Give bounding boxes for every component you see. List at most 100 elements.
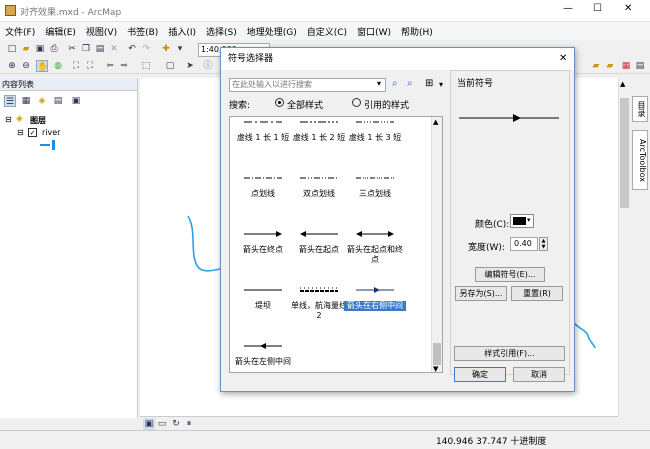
refresh-icon[interactable]: ↻ (170, 418, 182, 430)
menu-customize[interactable]: 自定义(C) (302, 22, 352, 38)
menu-windows[interactable]: 窗口(W) (352, 22, 396, 38)
layer-icon-a[interactable]: ▰ (590, 60, 602, 72)
symbol-search-input[interactable]: 在此处输入以进行搜索 (229, 78, 386, 92)
select-elements-icon[interactable]: ➤ (184, 60, 196, 72)
menu-insert[interactable]: 插入(I) (163, 22, 201, 38)
view-options-icon[interactable]: ⊞ (425, 78, 433, 89)
redo-icon[interactable]: ↷ (140, 43, 152, 55)
search-icon[interactable]: ⌕ (392, 78, 404, 91)
symbol-cell[interactable]: 箭头在左侧中间 (232, 335, 294, 387)
symbol-label: 虚线 1 长 2 短 (292, 133, 346, 142)
symbol-cell[interactable]: 箭头在起点 (288, 223, 350, 275)
dropdown-icon[interactable]: ▾ (174, 43, 186, 55)
menu-geoprocessing[interactable]: 地理处理(G) (242, 22, 302, 38)
list-by-selection-icon[interactable]: ▤ (52, 95, 64, 107)
symbol-cell[interactable]: 箭头在右侧中间 (344, 279, 406, 331)
view-dropdown-icon[interactable]: ▾ (439, 80, 443, 89)
menu-file[interactable]: 文件(F) (0, 22, 40, 38)
radio-all-styles-label[interactable]: 全部样式 (287, 98, 323, 111)
save-icon[interactable]: ▣ (34, 43, 46, 55)
symbol-cell[interactable]: 点划线 (232, 167, 294, 219)
style-references-button[interactable]: 样式引用(F)... (454, 346, 565, 361)
copy-icon[interactable]: ❐ (80, 43, 92, 55)
symbol-cell[interactable]: 箭头在终点 (232, 223, 294, 275)
radio-referenced-styles[interactable] (352, 98, 361, 107)
select-features-icon[interactable]: ⬚ (140, 60, 152, 72)
layout-view-icon[interactable]: ▭ (156, 418, 168, 430)
open-folder-icon[interactable]: ▰ (20, 43, 32, 55)
symbol-cell[interactable]: 堤坝 (232, 279, 294, 331)
symbol-preview (344, 223, 406, 245)
symbol-gallery[interactable]: 虚线 1 长 1 短虚线 1 长 2 短虚线 1 长 3 短点划线 双点划线 三点划… (229, 116, 443, 373)
forward-extent-icon[interactable]: ➡ (118, 60, 130, 72)
layer-name-river[interactable]: river (42, 128, 60, 137)
maximize-button[interactable]: ☐ (593, 3, 602, 14)
collapse-icon[interactable]: ⊟ (5, 115, 12, 124)
catalog-tab[interactable]: 目录 (632, 96, 648, 122)
scroll-thumb[interactable] (620, 98, 629, 208)
list-by-source-icon[interactable]: ▦ (20, 95, 32, 107)
arctoolbox-tab[interactable]: ArcToolbox (632, 130, 648, 190)
search-options-icon[interactable]: ⌕ (407, 78, 419, 91)
symbol-selector-dialog: 符号选择器 ✕ 在此处输入以进行搜索 ▾ ⌕ ⌕ ⊞ ▾ 搜索: 全部样式 引用… (220, 47, 575, 392)
reset-button[interactable]: 重置(R) (511, 286, 563, 301)
gallery-scrollbar[interactable]: ▲ ▼ (431, 117, 442, 373)
minimize-button[interactable]: — (563, 3, 573, 14)
cancel-button[interactable]: 取消 (513, 367, 565, 382)
layer-visibility-checkbox[interactable]: ✓ (28, 128, 37, 137)
radio-referenced-styles-label[interactable]: 引用的样式 (364, 98, 409, 111)
clear-selection-icon[interactable]: ▢ (164, 60, 176, 72)
new-file-icon[interactable]: □ (6, 43, 18, 55)
symbol-cell[interactable]: 虚线 1 长 3 短 (344, 111, 406, 163)
print-icon[interactable]: ⎙ (48, 43, 60, 55)
fixed-zoom-out-icon[interactable]: ⛶ (84, 60, 96, 72)
edit-symbol-button[interactable]: 编辑符号(E)... (475, 267, 545, 282)
menu-edit[interactable]: 编辑(E) (40, 22, 81, 38)
symbol-preview (232, 111, 294, 133)
python-icon[interactable]: ▤ (634, 60, 646, 72)
zoom-in-icon[interactable]: ⊕ (6, 60, 18, 72)
fixed-zoom-in-icon[interactable]: ⛶ (70, 60, 82, 72)
save-as-button[interactable]: 另存为(S)... (455, 286, 507, 301)
radio-all-styles[interactable] (275, 98, 284, 107)
full-extent-icon[interactable]: ◍ (52, 60, 64, 72)
pause-drawing-icon[interactable]: ⏸ (183, 418, 195, 430)
menu-bookmarks[interactable]: 书签(B) (122, 22, 163, 38)
dialog-close-button[interactable]: ✕ (559, 53, 567, 64)
menu-selection[interactable]: 选择(S) (201, 22, 242, 38)
cut-icon[interactable]: ✂ (66, 43, 78, 55)
zoom-out-icon[interactable]: ⊖ (20, 60, 32, 72)
symbol-cell[interactable]: 虚线 1 长 2 短 (288, 111, 350, 163)
add-data-icon[interactable]: ✚ (160, 43, 172, 55)
symbol-cell[interactable]: 三点划线 (344, 167, 406, 219)
symbol-cell[interactable]: 双点划线 (288, 167, 350, 219)
gallery-scroll-thumb[interactable] (433, 343, 441, 365)
pan-icon[interactable]: ✋ (36, 60, 48, 72)
symbol-cell[interactable]: 箭头在起点和终点 (344, 223, 406, 275)
search-dropdown-icon[interactable]: ▾ (377, 79, 381, 88)
data-view-icon[interactable]: ▣ (143, 418, 155, 430)
identify-icon[interactable]: ⓘ (202, 60, 214, 72)
menu-help[interactable]: 帮助(H) (396, 22, 438, 38)
color-picker[interactable]: ▾ (510, 214, 534, 228)
delete-icon[interactable]: ✕ (108, 43, 120, 55)
toolbox-icon[interactable]: ▦ (620, 60, 632, 72)
layers-group-label[interactable]: 图层 (30, 115, 46, 126)
symbol-cell[interactable]: 虚线 1 长 1 短 (232, 111, 294, 163)
width-input[interactable]: 0.40 (510, 237, 538, 251)
list-by-visibility-icon[interactable]: ◈ (36, 95, 48, 107)
layer-symbol-swatch[interactable] (40, 140, 56, 150)
layer-icon-b[interactable]: ▰ (604, 60, 616, 72)
undo-icon[interactable]: ↶ (126, 43, 138, 55)
list-by-drawing-order-icon[interactable]: ☰ (4, 95, 16, 107)
close-button[interactable]: ✕ (624, 3, 632, 14)
symbol-cell[interactable]: 单线，航海量线 2 (288, 279, 350, 331)
menu-view[interactable]: 视图(V) (81, 22, 122, 38)
ok-button[interactable]: 确定 (454, 367, 506, 382)
options-icon[interactable]: ▣ (70, 95, 82, 107)
paste-icon[interactable]: ▤ (94, 43, 106, 55)
layer-collapse-icon[interactable]: ⊟ (17, 128, 24, 137)
width-spinner[interactable]: ▲ ▼ (539, 237, 548, 251)
back-extent-icon[interactable]: ⬅ (104, 60, 116, 72)
map-vertical-scrollbar[interactable]: ▲ (618, 78, 630, 416)
